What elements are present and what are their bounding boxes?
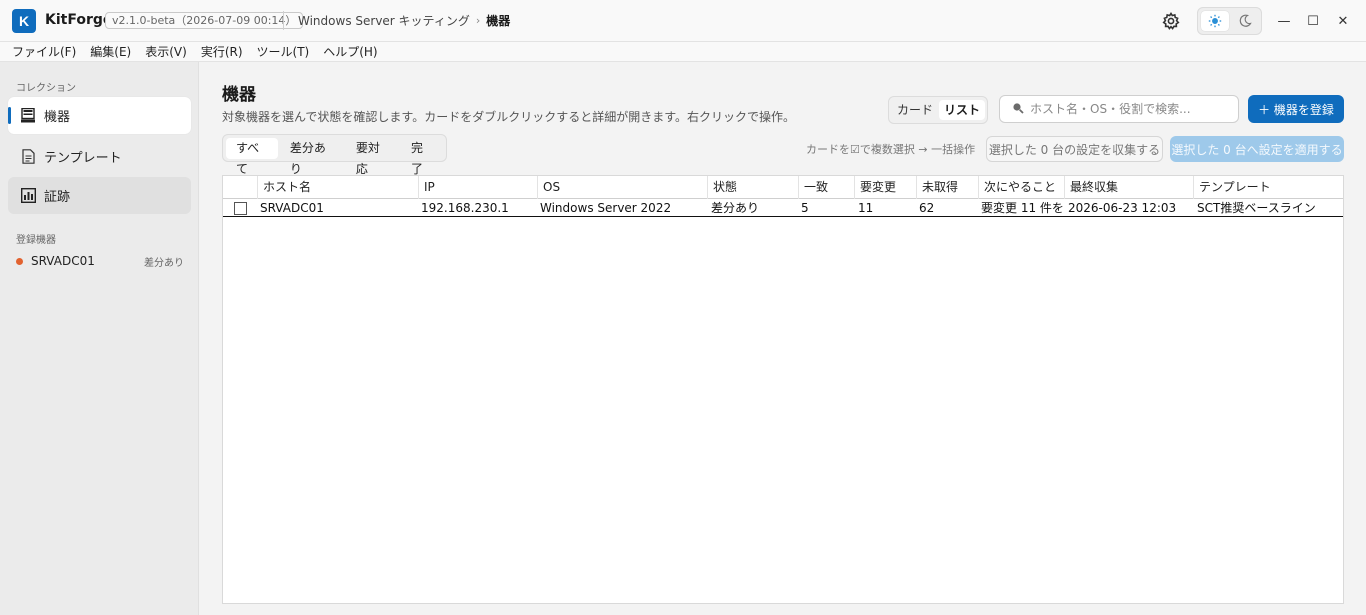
add-device-button[interactable]: ＋ 機器を登録 — [1248, 95, 1344, 123]
menu-run[interactable]: 実行(R) — [201, 43, 243, 60]
filter-all[interactable]: すべて — [226, 137, 278, 176]
title-bar: K KitForge v2.1.0-beta（2026-07-09 00:14）… — [0, 0, 1366, 42]
menu-view[interactable]: 表示(V) — [145, 43, 187, 60]
cell-next-action: 要変更 11 件を適用 — [981, 201, 1063, 215]
title-separator — [283, 11, 284, 30]
filter-action-needed[interactable]: 要対応 — [346, 138, 399, 176]
server-icon — [20, 108, 36, 124]
cell-ip: 192.168.230.1 — [421, 201, 509, 215]
table-header: ホスト名 IP OS 状態 一致 要変更 未取得 次にやること 最終収集 テンプ… — [223, 176, 1343, 199]
column-header-next-action[interactable]: 次にやること — [978, 176, 1064, 199]
cell-os: Windows Server 2022 — [540, 201, 672, 215]
view-toggle: カード リスト — [888, 96, 988, 124]
maximize-button[interactable]: ☐ — [1303, 12, 1323, 30]
column-header-hostname[interactable]: ホスト名 — [257, 176, 418, 199]
menu-file[interactable]: ファイル(F) — [12, 43, 76, 60]
device-name: SRVADC01 — [31, 254, 95, 268]
table-row[interactable]: SRVADC01 192.168.230.1 Windows Server 20… — [223, 200, 1343, 217]
sidebar-item-label: 証跡 — [44, 190, 71, 205]
column-header-select — [223, 176, 257, 199]
sidebar-item-label: 機器 — [44, 110, 71, 125]
settings-gear-icon[interactable] — [1161, 11, 1181, 31]
cell-not-collected: 62 — [919, 201, 935, 215]
column-header-last-collected[interactable]: 最終収集 — [1064, 176, 1193, 199]
sidebar: コレクション 機器 テンプレート 証跡 登録機器 SRVADC01 差分あり — [0, 62, 199, 615]
collection-heading: コレクション — [16, 83, 76, 94]
cell-needs-change: 11 — [858, 201, 874, 215]
version-badge: v2.1.0-beta（2026-07-09 00:14） — [105, 12, 304, 29]
breadcrumb-item-devices: 機器 — [486, 14, 511, 28]
column-header-not-collected[interactable]: 未取得 — [916, 176, 978, 199]
filter-diff[interactable]: 差分あり — [280, 138, 344, 176]
page-title: 機器 — [222, 85, 256, 105]
cell-status: 差分あり — [711, 201, 760, 215]
view-card-button[interactable]: カード — [893, 100, 937, 120]
column-header-template[interactable]: テンプレート — [1193, 176, 1343, 199]
light-theme-sun-icon[interactable] — [1201, 11, 1229, 31]
view-list-button[interactable]: リスト — [939, 100, 985, 120]
close-button[interactable]: ✕ — [1333, 12, 1353, 30]
column-header-status[interactable]: 状態 — [707, 176, 798, 199]
menu-edit[interactable]: 編集(E) — [90, 43, 131, 60]
sidebar-item-evidence[interactable]: 証跡 — [8, 177, 191, 214]
status-filter-tabs: すべて 差分あり 要対応 完了 — [222, 134, 447, 176]
bulk-hint: カードを☑で複数選択 → 一括操作 — [806, 143, 976, 156]
sidebar-item-templates[interactable]: テンプレート — [8, 138, 191, 175]
filter-done[interactable]: 完了 — [401, 138, 443, 176]
collect-settings-button[interactable]: 選択した 0 台の設定を収集する — [986, 136, 1163, 162]
devices-table: ホスト名 IP OS 状態 一致 要変更 未取得 次にやること 最終収集 テンプ… — [222, 175, 1344, 604]
search-icon — [1012, 102, 1024, 117]
sidebar-item-devices[interactable]: 機器 — [8, 97, 191, 134]
status-dot — [16, 257, 23, 265]
cell-match: 5 — [801, 201, 809, 215]
breadcrumb: Windows Server キッティング › 機器 — [298, 12, 510, 29]
app-name: KitForge — [45, 12, 113, 28]
sidebar-device-srvadc01[interactable]: SRVADC01 差分あり — [16, 253, 184, 269]
devices-heading: 登録機器 — [16, 235, 56, 246]
theme-toggle — [1197, 7, 1262, 35]
row-checkbox[interactable] — [234, 202, 247, 215]
search-box — [999, 95, 1239, 123]
breadcrumb-chevron-icon: › — [475, 14, 481, 27]
chart-icon — [20, 188, 36, 204]
app-logo: K — [12, 9, 36, 33]
sidebar-item-label: テンプレート — [44, 151, 122, 166]
column-header-ip[interactable]: IP — [418, 176, 537, 199]
breadcrumb-item-kitting[interactable]: Windows Server キッティング — [298, 12, 470, 29]
menu-tools[interactable]: ツール(T) — [257, 43, 310, 60]
device-status: 差分あり — [144, 257, 184, 269]
cell-hostname: SRVADC01 — [260, 201, 324, 215]
menu-help[interactable]: ヘルプ(H) — [323, 43, 377, 60]
dark-theme-moon-icon[interactable] — [1231, 11, 1259, 31]
column-header-needs-change[interactable]: 要変更 — [854, 176, 916, 199]
page-description: 対象機器を選んで状態を確認します。カードをダブルクリックすると詳細が開きます。右… — [222, 110, 796, 124]
cell-last-collected: 2026-06-23 12:03 — [1068, 201, 1177, 215]
column-header-match[interactable]: 一致 — [798, 176, 854, 199]
search-input[interactable] — [1030, 102, 1230, 116]
column-header-os[interactable]: OS — [537, 176, 707, 199]
document-icon — [20, 149, 36, 165]
apply-settings-button[interactable]: 選択した 0 台へ設定を適用する — [1170, 136, 1344, 162]
cell-template: SCT推奨ベースライン — [1197, 201, 1316, 215]
minimize-button[interactable]: — — [1274, 12, 1294, 30]
menu-bar: ファイル(F) 編集(E) 表示(V) 実行(R) ツール(T) ヘルプ(H) — [0, 42, 1366, 62]
